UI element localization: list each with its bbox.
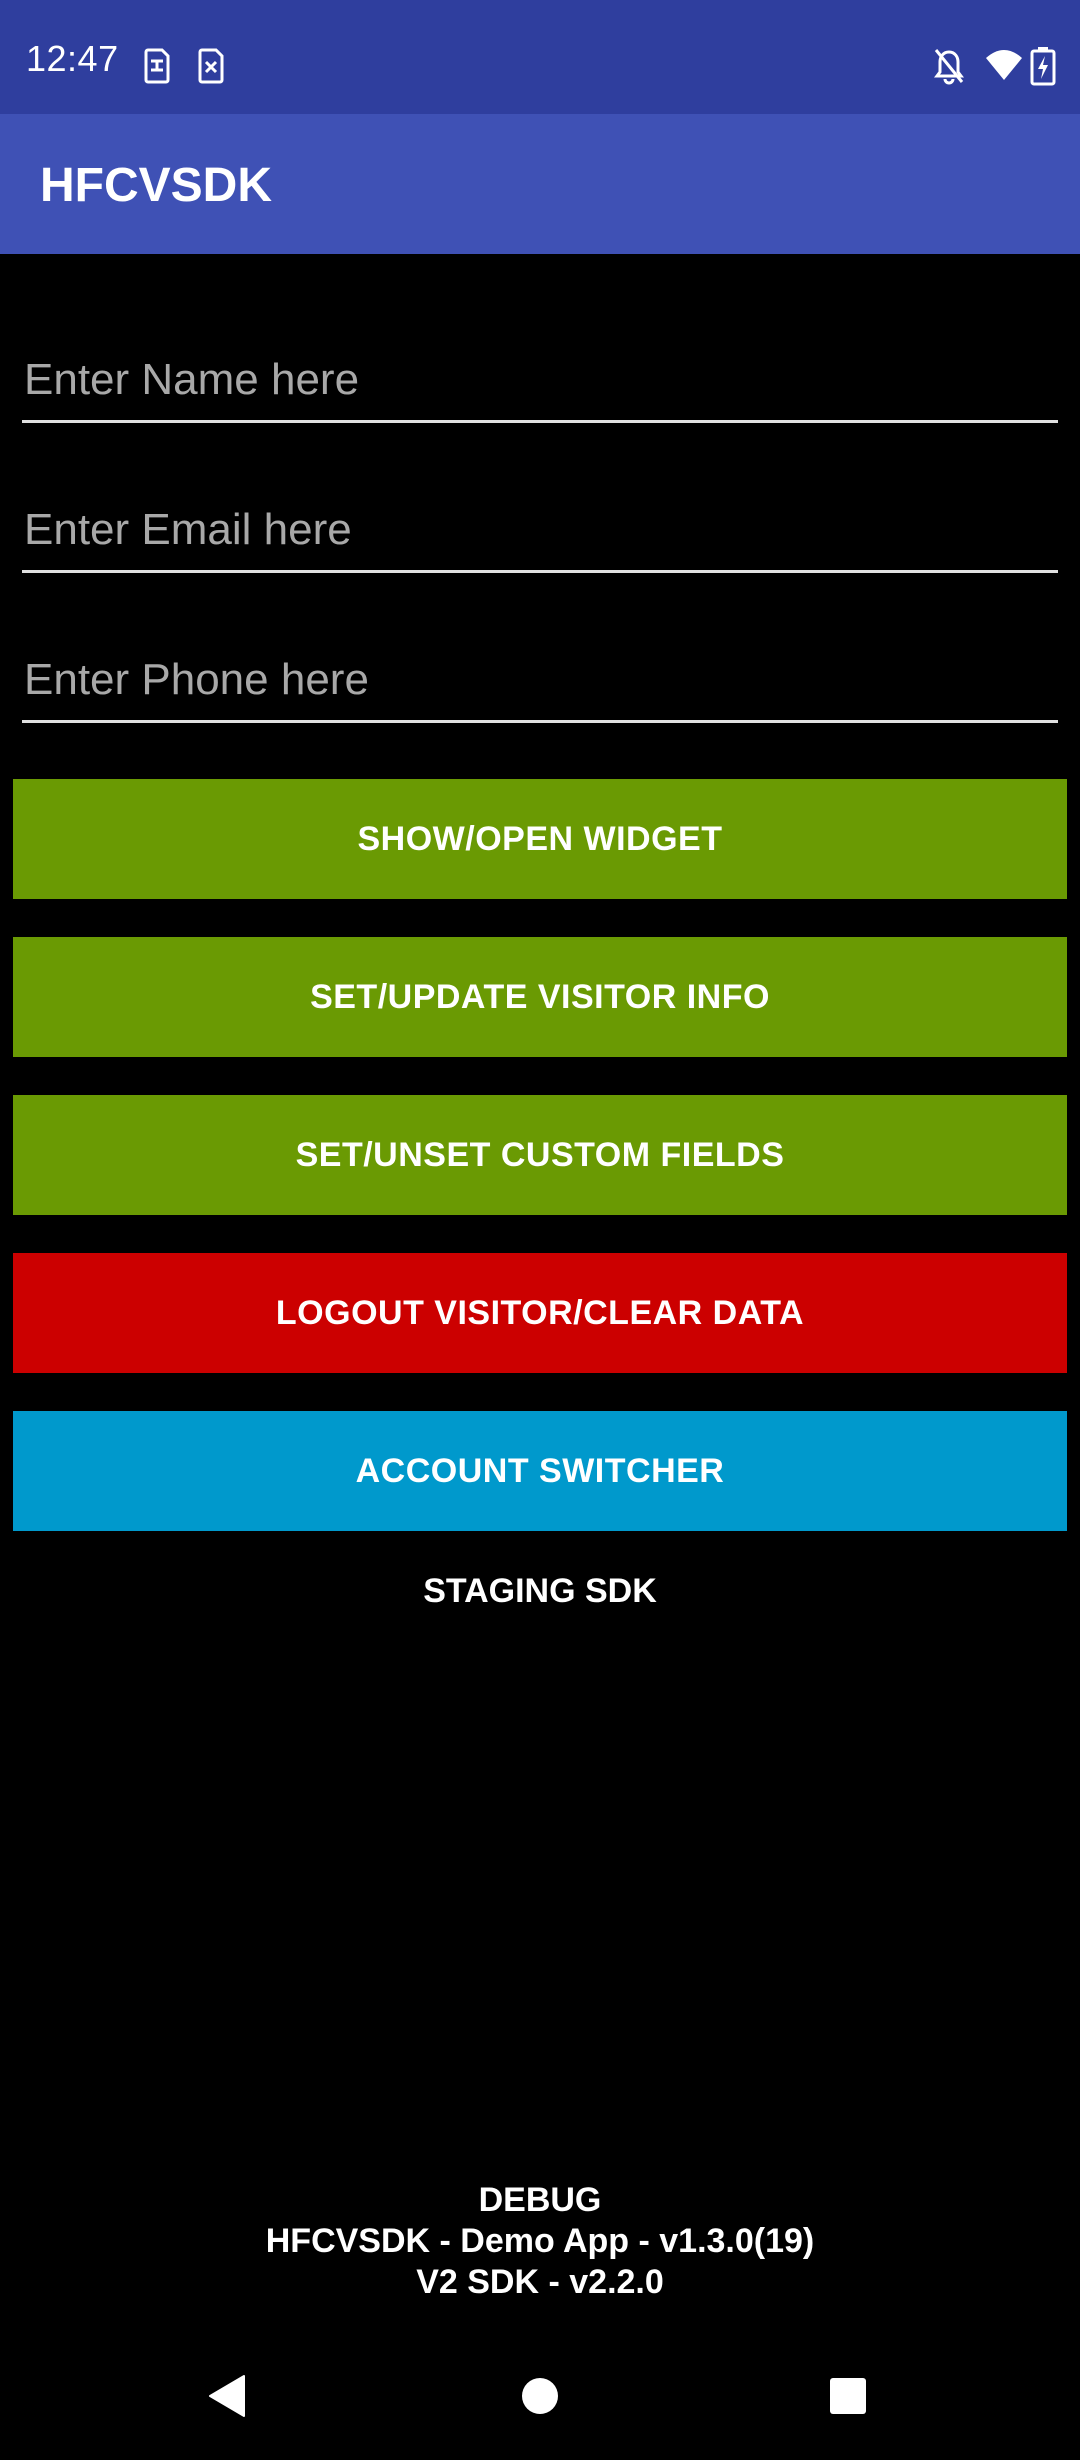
staging-sdk-label: STAGING SDK — [423, 1572, 657, 1610]
show-open-widget-button[interactable]: SHOW/OPEN WIDGET — [13, 779, 1067, 899]
recents-icon[interactable] — [818, 2366, 878, 2426]
sim-card-off-icon — [194, 46, 228, 86]
phone-field — [22, 630, 1058, 723]
build-info: DEBUG HFCVSDK - Demo App - v1.3.0(19) V2… — [0, 2180, 1080, 2303]
show-open-widget-label: SHOW/OPEN WIDGET — [357, 819, 723, 858]
battery-charging-icon — [1030, 46, 1056, 86]
app-version-label: HFCVSDK - Demo App - v1.3.0(19) — [265, 2222, 815, 2260]
name-field — [22, 330, 1058, 423]
app-title: HFCVSDK — [40, 159, 273, 212]
account-switcher-label: ACCOUNT SWITCHER — [355, 1451, 725, 1490]
phone-input[interactable] — [24, 648, 1044, 712]
back-icon[interactable] — [200, 2366, 260, 2426]
wifi-icon — [984, 46, 1024, 86]
name-input[interactable] — [24, 348, 1044, 412]
set-update-visitor-info-button[interactable]: SET/UPDATE VISITOR INFO — [13, 937, 1067, 1057]
build-type-label: DEBUG — [478, 2181, 602, 2219]
sdk-version-label: V2 SDK - v2.2.0 — [416, 2263, 664, 2301]
account-switcher-button[interactable]: ACCOUNT SWITCHER — [13, 1411, 1067, 1531]
app-bar: HFCVSDK — [0, 114, 1080, 254]
set-unset-custom-fields-label: SET/UNSET CUSTOM FIELDS — [295, 1135, 785, 1174]
status-bar: 12:47 — [0, 0, 1080, 114]
set-unset-custom-fields-button[interactable]: SET/UNSET CUSTOM FIELDS — [13, 1095, 1067, 1215]
notifications-off-icon — [932, 46, 966, 86]
email-input[interactable] — [24, 498, 1044, 562]
status-time: 12:47 — [26, 38, 119, 79]
email-field — [22, 480, 1058, 573]
set-update-visitor-info-label: SET/UPDATE VISITOR INFO — [310, 977, 770, 1016]
home-icon[interactable] — [510, 2366, 570, 2426]
logout-visitor-label: LOGOUT VISITOR/CLEAR DATA — [275, 1293, 805, 1332]
logout-visitor-button[interactable]: LOGOUT VISITOR/CLEAR DATA — [13, 1253, 1067, 1373]
sim-card-icon — [140, 46, 174, 86]
